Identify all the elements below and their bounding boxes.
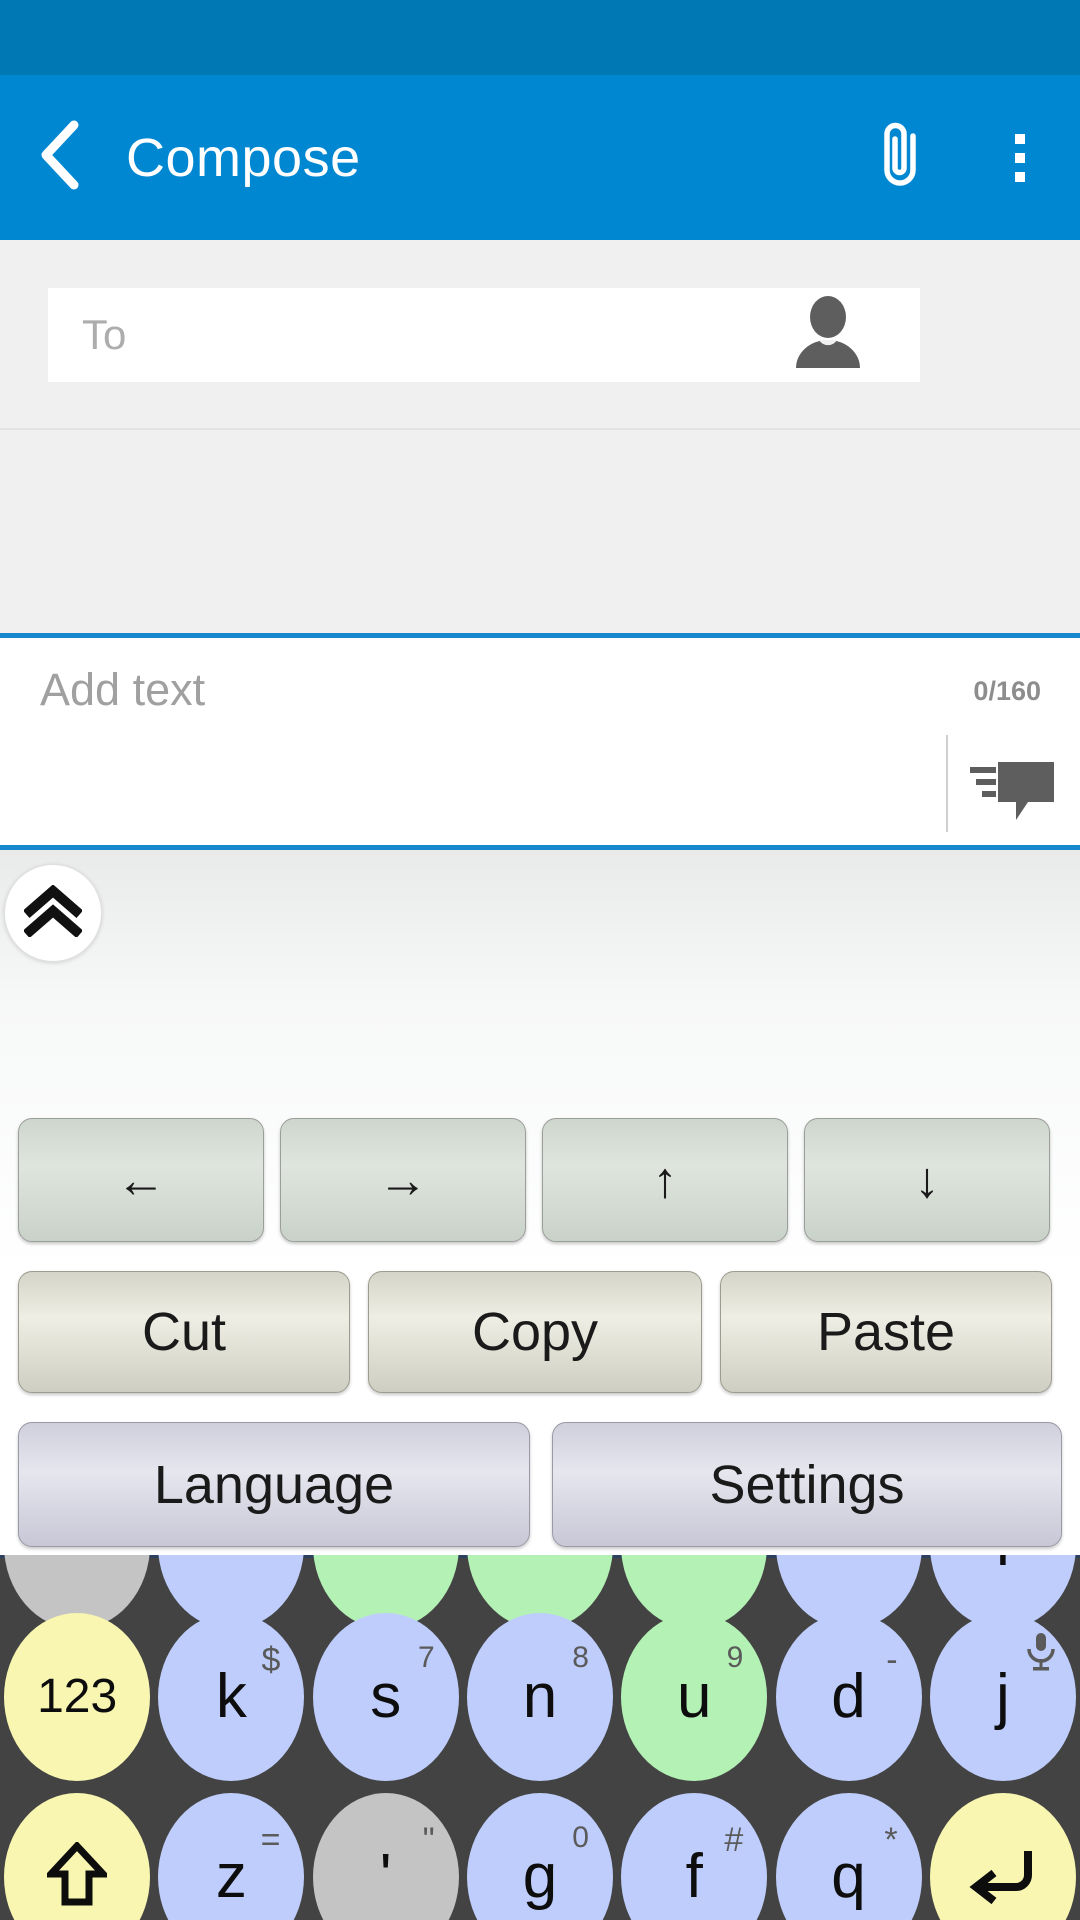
enter-return-icon bbox=[966, 1845, 1040, 1910]
to-placeholder: To bbox=[82, 311, 127, 358]
collapse-toolbar-button[interactable] bbox=[4, 864, 102, 962]
paste-label: Paste bbox=[816, 1302, 956, 1362]
arrow-right-icon: → bbox=[378, 1152, 428, 1208]
language-button[interactable]: Language bbox=[18, 1422, 530, 1547]
key-sub-apostrophe: " bbox=[422, 1821, 435, 1859]
paste-button[interactable]: Paste bbox=[720, 1271, 1052, 1393]
arrow-down-icon: ↓ bbox=[914, 1152, 940, 1208]
soft-keyboard: l 123 k $ s 7 bbox=[0, 1555, 1080, 1920]
arrow-key-row: ← → ↑ ↓ bbox=[18, 1118, 1062, 1242]
paperclip-icon bbox=[869, 120, 931, 195]
app-bar: Compose bbox=[0, 75, 1080, 240]
add-contact-button[interactable] bbox=[772, 278, 884, 390]
key-q[interactable]: q * bbox=[771, 1791, 925, 1920]
attach-button[interactable] bbox=[840, 75, 960, 240]
misc-key-row: Language Settings bbox=[18, 1422, 1062, 1547]
keyboard-row-3: z = ' " g 0 f # q * bbox=[0, 1791, 1080, 1920]
edit-key-row: Cut Copy Paste bbox=[18, 1271, 1062, 1393]
key-sub-u: 9 bbox=[726, 1641, 744, 1674]
arrow-left-key[interactable]: ← bbox=[18, 1118, 264, 1242]
key-label-s: s bbox=[370, 1662, 402, 1731]
keyboard-row-2: 123 k $ s 7 n 8 u 9 d - j bbox=[0, 1611, 1080, 1783]
key-n[interactable]: n 8 bbox=[463, 1611, 617, 1783]
status-bar bbox=[0, 0, 1080, 75]
double-chevron-up-icon bbox=[22, 883, 84, 942]
contact-person-icon bbox=[786, 290, 870, 379]
copy-button[interactable]: Copy bbox=[368, 1271, 702, 1393]
back-button[interactable] bbox=[0, 75, 120, 240]
recipient-section: To bbox=[0, 240, 1080, 430]
key-apostrophe[interactable]: ' " bbox=[309, 1791, 463, 1920]
sms-bubble-icon[interactable] bbox=[966, 756, 1058, 822]
key-sub-g: 0 bbox=[572, 1821, 589, 1854]
key-label-j: j bbox=[995, 1662, 1010, 1731]
message-input-container[interactable]: Add text 0/160 bbox=[0, 633, 1080, 850]
key-label-u: u bbox=[677, 1662, 712, 1731]
message-placeholder: Add text bbox=[40, 664, 206, 715]
settings-label: Settings bbox=[709, 1454, 905, 1515]
key-label-q: q bbox=[831, 1842, 866, 1911]
page-title: Compose bbox=[126, 127, 361, 188]
key-enter[interactable] bbox=[926, 1791, 1080, 1920]
key-s[interactable]: s 7 bbox=[309, 1611, 463, 1783]
overflow-menu-button[interactable] bbox=[960, 75, 1080, 240]
key-label-k: k bbox=[215, 1662, 247, 1731]
key-sub-k: $ bbox=[261, 1641, 281, 1679]
copy-label: Copy bbox=[471, 1302, 599, 1362]
key-sub-n: 8 bbox=[572, 1641, 589, 1674]
language-label: Language bbox=[153, 1454, 395, 1515]
arrow-down-key[interactable]: ↓ bbox=[804, 1118, 1050, 1242]
key-label-z: z bbox=[215, 1842, 247, 1911]
arrow-up-icon: ↑ bbox=[652, 1152, 678, 1208]
key-label-l: l bbox=[996, 1555, 1010, 1576]
compose-message-screen: Compose To Add text 0/160 ← → ↑ ↓ Cut Co… bbox=[0, 0, 1080, 1920]
key-sub-d: - bbox=[886, 1641, 898, 1679]
vertical-separator bbox=[946, 735, 948, 832]
cut-button[interactable]: Cut bbox=[18, 1271, 350, 1393]
key-k[interactable]: k $ bbox=[154, 1611, 308, 1783]
arrow-left-icon: ← bbox=[116, 1152, 166, 1208]
key-d[interactable]: d - bbox=[771, 1611, 925, 1783]
key-label-f: f bbox=[685, 1842, 703, 1911]
microphone-icon bbox=[1024, 1631, 1058, 1678]
key-label-g: g bbox=[522, 1842, 558, 1911]
key-j[interactable]: j bbox=[926, 1611, 1080, 1783]
settings-button[interactable]: Settings bbox=[552, 1422, 1062, 1547]
key-shift[interactable] bbox=[0, 1791, 154, 1920]
character-counter: 0/160 bbox=[973, 676, 1041, 706]
more-vertical-icon bbox=[1015, 133, 1025, 182]
key-u[interactable]: u 9 bbox=[617, 1611, 771, 1783]
key-sub-f: # bbox=[724, 1821, 744, 1859]
arrow-up-key[interactable]: ↑ bbox=[542, 1118, 788, 1242]
key-sub-q: * bbox=[884, 1821, 898, 1859]
arrow-right-key[interactable]: → bbox=[280, 1118, 526, 1242]
key-label-n: n bbox=[522, 1662, 558, 1731]
key-label-apostrophe: ' bbox=[379, 1842, 392, 1911]
keyboard-toolbar-panel: ← → ↑ ↓ Cut Copy Paste Language Settings bbox=[0, 850, 1080, 1555]
message-body-area bbox=[0, 430, 1080, 630]
key-123[interactable]: 123 bbox=[0, 1611, 154, 1783]
key-g[interactable]: g 0 bbox=[463, 1791, 617, 1920]
key-label-123: 123 bbox=[37, 1670, 118, 1723]
key-f[interactable]: f # bbox=[617, 1791, 771, 1920]
back-chevron-icon bbox=[36, 119, 84, 196]
key-z[interactable]: z = bbox=[154, 1791, 308, 1920]
shift-arrow-icon bbox=[43, 1840, 112, 1913]
key-sub-z: = bbox=[260, 1821, 281, 1859]
cut-label: Cut bbox=[141, 1302, 227, 1362]
key-sub-s: 7 bbox=[418, 1641, 435, 1674]
key-label-d: d bbox=[831, 1662, 866, 1731]
